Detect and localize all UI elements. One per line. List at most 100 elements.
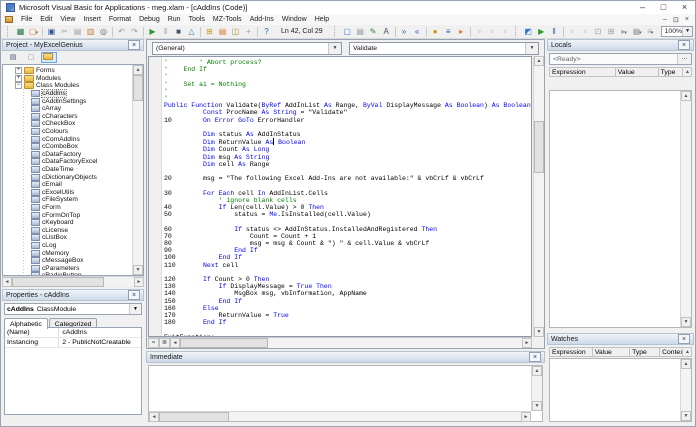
cut-icon[interactable]: ✂ xyxy=(58,26,71,37)
menu-debug[interactable]: Debug xyxy=(135,14,164,25)
project-explorer-icon[interactable]: ⊞ xyxy=(203,26,216,37)
help-icon[interactable]: ? xyxy=(260,26,273,37)
project-tree[interactable]: +Forms+Modules−Class ModulescAddInscAddI… xyxy=(2,64,144,276)
reset-icon[interactable]: ■ xyxy=(172,26,185,37)
maximize-button[interactable]: □ xyxy=(653,1,674,14)
scroll-down-icon[interactable]: ▼ xyxy=(534,327,544,337)
immediate-window-icon[interactable]: ▦▾ xyxy=(631,26,644,37)
object-dropdown[interactable]: (General) ▼ xyxy=(152,42,342,55)
project-vscrollbar[interactable]: ▲ ▼ xyxy=(132,65,143,275)
zoom-dropdown-arrow-icon[interactable]: ▼ xyxy=(682,27,692,36)
scroll-right-icon[interactable]: ► xyxy=(521,412,531,422)
undo-icon[interactable]: ↶ xyxy=(115,26,128,37)
procedure-dropdown-arrow-icon[interactable]: ▼ xyxy=(525,43,538,54)
tree-item-caddins[interactable]: cAddIns xyxy=(5,90,132,98)
tree-item-carray[interactable]: cArray xyxy=(5,105,132,113)
menu-insert[interactable]: Insert xyxy=(79,14,105,25)
mz-window-icon[interactable]: ▢ xyxy=(341,26,354,37)
run2-icon[interactable]: ▶ xyxy=(535,26,548,37)
scroll-down-icon[interactable]: ▼ xyxy=(133,265,143,275)
procedure-view-button[interactable]: = xyxy=(148,338,159,348)
mdi-restore-button[interactable]: ⊡ xyxy=(673,16,679,24)
clear-bookmarks-icon[interactable]: ▫ xyxy=(499,26,512,37)
outdent-icon[interactable]: « xyxy=(411,26,424,37)
menu-tools[interactable]: Tools xyxy=(185,14,209,25)
tree-item-cemail[interactable]: cEmail xyxy=(5,181,132,189)
menu-view[interactable]: View xyxy=(56,14,79,25)
project-close-icon[interactable]: × xyxy=(128,40,140,50)
step-into-icon[interactable]: ▫ xyxy=(566,26,579,37)
find-icon[interactable]: ◎ xyxy=(97,26,110,37)
copy-icon[interactable]: ▤ xyxy=(71,26,84,37)
redo-icon[interactable]: ↷ xyxy=(128,26,141,37)
tree-folder-modules[interactable]: +Modules xyxy=(5,75,132,83)
save-icon[interactable]: ▣ xyxy=(45,26,58,37)
menu-help[interactable]: Help xyxy=(311,14,333,25)
mdi-close-button[interactable]: × xyxy=(685,16,689,24)
scroll-up-icon[interactable]: ▲ xyxy=(534,56,544,66)
view-object-button[interactable]: ▢ xyxy=(23,52,39,63)
collapse-icon[interactable]: − xyxy=(15,82,22,89)
locals-close-icon[interactable]: × xyxy=(678,40,690,50)
scroll-left-icon[interactable]: ◄ xyxy=(149,412,159,422)
scroll-up-icon[interactable]: ▲ xyxy=(133,65,143,75)
scroll-up-icon[interactable]: ▲ xyxy=(681,359,691,369)
scroll-right-icon[interactable]: ► xyxy=(134,277,144,287)
margin-indicator-bar[interactable] xyxy=(149,57,162,336)
menu-format[interactable]: Format xyxy=(105,14,135,25)
design-mode-icon[interactable]: △ xyxy=(185,26,198,37)
tree-item-ccombobox[interactable]: cComboBox xyxy=(5,143,132,151)
view-code-button[interactable]: ▤ xyxy=(5,52,21,63)
mdi-minimize-button[interactable]: – xyxy=(663,16,667,24)
menu-run[interactable]: Run xyxy=(164,14,185,25)
tree-item-cform[interactable]: cForm xyxy=(5,204,132,212)
tree-item-cdictionaryobjects[interactable]: cDictionaryObjects xyxy=(5,173,132,181)
bookmark-icon[interactable]: ▸ xyxy=(455,26,468,37)
step-out-icon[interactable]: ⊡ xyxy=(592,26,605,37)
watches-vscrollbar[interactable]: ▲ ▼ xyxy=(680,359,691,421)
insert-userform-icon[interactable]: ▢▾ xyxy=(27,26,40,37)
tree-item-caddinsettings[interactable]: cAddInSettings xyxy=(5,97,132,105)
next-bookmark-icon[interactable]: ▫ xyxy=(473,26,486,37)
tree-item-ccomaddins[interactable]: cComAddIns xyxy=(5,135,132,143)
property-row[interactable]: Instancing2 - PublicNotCreatable xyxy=(5,338,141,348)
break-icon[interactable]: ‖ xyxy=(159,26,172,37)
tree-item-cexcelutils[interactable]: cExcelUtils xyxy=(5,189,132,197)
tree-item-clog[interactable]: cLog xyxy=(5,242,132,250)
tree-item-cdatafactoryexcel[interactable]: cDataFactoryExcel xyxy=(5,158,132,166)
indent-icon[interactable]: » xyxy=(398,26,411,37)
tree-item-cmemory[interactable]: cMemory xyxy=(5,249,132,257)
call-stack-button[interactable]: ... xyxy=(677,54,691,64)
break2-icon[interactable]: ‖ xyxy=(548,26,561,37)
watches-list[interactable]: ▲ ▼ xyxy=(549,358,692,422)
locals-vscrollbar[interactable]: ▲ ▼ xyxy=(680,91,691,327)
prev-bookmark-icon[interactable]: ▫ xyxy=(486,26,499,37)
minimize-button[interactable]: – xyxy=(632,1,653,14)
tree-item-cparameters[interactable]: cParameters xyxy=(5,264,132,272)
run-to-cursor-icon[interactable]: ⊞ xyxy=(605,26,618,37)
object-browser-icon[interactable]: ◫ xyxy=(229,26,242,37)
step-over-icon[interactable]: ▫ xyxy=(579,26,592,37)
scroll-up-icon[interactable]: ▲ xyxy=(681,91,691,101)
scroll-right-icon[interactable]: ► xyxy=(522,338,532,348)
scroll-down-icon[interactable]: ▼ xyxy=(532,401,542,411)
tree-folder-classmodules[interactable]: −Class Modules xyxy=(5,82,132,90)
procedure-dropdown[interactable]: Validate ▼ xyxy=(349,42,539,55)
code-vscrollbar[interactable]: ▲ ▼ xyxy=(533,56,544,337)
object-selector-combobox[interactable]: cAddIns ClassModule ▼ xyxy=(4,303,142,315)
expand-icon[interactable]: + xyxy=(15,75,22,82)
tab-alphabetic[interactable]: Alphabetic xyxy=(4,318,48,329)
view-excel-icon[interactable]: ▦ xyxy=(14,26,27,37)
zoom-combobox[interactable]: 100% ▼ xyxy=(661,26,693,37)
menu-edit[interactable]: Edit xyxy=(36,14,56,25)
comment-block-icon[interactable]: ✎ xyxy=(367,26,380,37)
scroll-left-icon[interactable]: ◄ xyxy=(170,338,180,348)
immediate-vscrollbar[interactable]: ▲ ▼ xyxy=(531,366,542,411)
immediate-close-icon[interactable]: × xyxy=(529,352,541,362)
scroll-down-icon[interactable]: ▼ xyxy=(681,411,691,421)
menu-addins[interactable]: Add-Ins xyxy=(246,14,278,25)
immediate-body[interactable]: ▲ ▼ ◄ ► xyxy=(148,365,543,422)
menu-file[interactable]: File xyxy=(17,14,36,25)
tree-item-ccheckbox[interactable]: cCheckBox xyxy=(5,120,132,128)
toolbox-icon[interactable]: + xyxy=(242,26,255,37)
